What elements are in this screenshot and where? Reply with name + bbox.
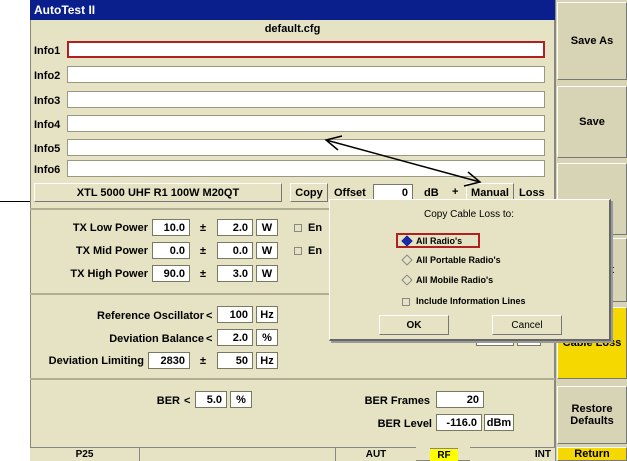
plus-minus-symbol: ± [200, 268, 207, 280]
plus-minus-symbol: ± [200, 245, 207, 257]
hz-unit: Hz [256, 352, 278, 369]
status-mode: P25 [30, 447, 140, 461]
ber-level-input[interactable]: -116.0 [436, 414, 482, 431]
config-file-name: default.cfg [264, 23, 321, 35]
all-portable-radios-option[interactable]: All Portable Radio's [416, 255, 501, 265]
less-than-symbol: < [184, 395, 191, 407]
deviation-limiting-tolerance[interactable]: 50 [217, 352, 253, 369]
dbm-unit: dBm [484, 414, 514, 431]
info1-field[interactable] [67, 41, 545, 58]
title-bar: AutoTest II [30, 0, 555, 20]
separator [30, 378, 555, 380]
ber-frames-label: BER Frames [364, 395, 430, 407]
enable-checkbox[interactable] [294, 247, 302, 255]
enable-label: En [308, 222, 323, 234]
status-rf-badge: RF [430, 448, 458, 461]
tx-mid-power-input[interactable]: 0.0 [152, 242, 190, 259]
dialog-title: Copy Cable Loss to: [423, 209, 515, 220]
ber-level-label: BER Level [377, 418, 432, 430]
include-info-checkbox[interactable] [402, 298, 410, 306]
enable-checkbox[interactable] [294, 224, 302, 232]
deviation-balance-input[interactable]: 2.0 [217, 329, 253, 346]
less-than-symbol: < [206, 310, 213, 322]
plus-minus-symbol: ± [200, 222, 207, 234]
ber-input[interactable]: 5.0 [195, 391, 227, 408]
reference-oscillator-label: Reference Oscillator [97, 310, 204, 322]
deviation-balance-label: Deviation Balance [109, 333, 204, 345]
reference-oscillator-input[interactable]: 100 [217, 306, 253, 323]
restore-defaults-button[interactable]: Restore Defaults [557, 386, 627, 444]
pointer-line [0, 201, 30, 202]
info3-label: Info3 [34, 95, 61, 107]
percent-unit: % [230, 391, 252, 408]
copy-cable-loss-dialog [329, 199, 611, 341]
less-than-symbol: < [206, 333, 213, 345]
all-mobile-radios-option[interactable]: All Mobile Radio's [416, 275, 493, 285]
info2-label: Info2 [34, 70, 61, 82]
status-spacer [140, 447, 336, 461]
tx-high-power-input[interactable]: 90.0 [152, 265, 190, 282]
ber-frames-input[interactable]: 20 [436, 391, 484, 408]
percent-unit: % [256, 329, 278, 346]
info6-label: Info6 [34, 164, 61, 176]
plus-minus-symbol: ± [200, 355, 207, 367]
tx-low-power-input[interactable]: 10.0 [152, 219, 190, 236]
status-int: INT [470, 447, 555, 461]
tx-high-power-label: TX High Power [70, 268, 148, 280]
loss-label: Loss [519, 187, 545, 199]
save-button[interactable]: Save [557, 86, 627, 158]
deviation-limiting-input[interactable]: 2830 [148, 352, 190, 369]
ok-button[interactable]: OK [379, 315, 449, 335]
status-aut: AUT [336, 447, 416, 461]
cancel-button[interactable]: Cancel [492, 315, 562, 335]
info4-label: Info4 [34, 119, 61, 131]
tx-mid-power-label: TX Mid Power [75, 245, 148, 257]
tx-mid-power-tolerance[interactable]: 0.0 [217, 242, 253, 259]
hz-unit: Hz [256, 306, 278, 323]
radio-model-button[interactable]: XTL 5000 UHF R1 100W M20QT [34, 183, 282, 202]
info3-field[interactable] [67, 91, 545, 108]
deviation-limiting-label: Deviation Limiting [48, 355, 144, 367]
info5-label: Info5 [34, 143, 61, 155]
return-button[interactable]: Return [557, 447, 627, 461]
tx-low-power-tolerance[interactable]: 2.0 [217, 219, 253, 236]
enable-label: En [308, 245, 323, 257]
ber-label: BER [156, 395, 180, 407]
info1-label: Info1 [34, 45, 61, 57]
all-radios-option[interactable]: All Radio's [416, 236, 462, 246]
watts-unit: W [256, 242, 278, 259]
save-as-button[interactable]: Save As [557, 2, 627, 80]
double-arrow-icon [324, 135, 482, 187]
info2-field[interactable] [67, 66, 545, 83]
tx-low-power-label: TX Low Power [72, 222, 148, 234]
include-info-label: Include Information Lines [416, 296, 526, 306]
watts-unit: W [256, 219, 278, 236]
watts-unit: W [256, 265, 278, 282]
tx-high-power-tolerance[interactable]: 3.0 [217, 265, 253, 282]
